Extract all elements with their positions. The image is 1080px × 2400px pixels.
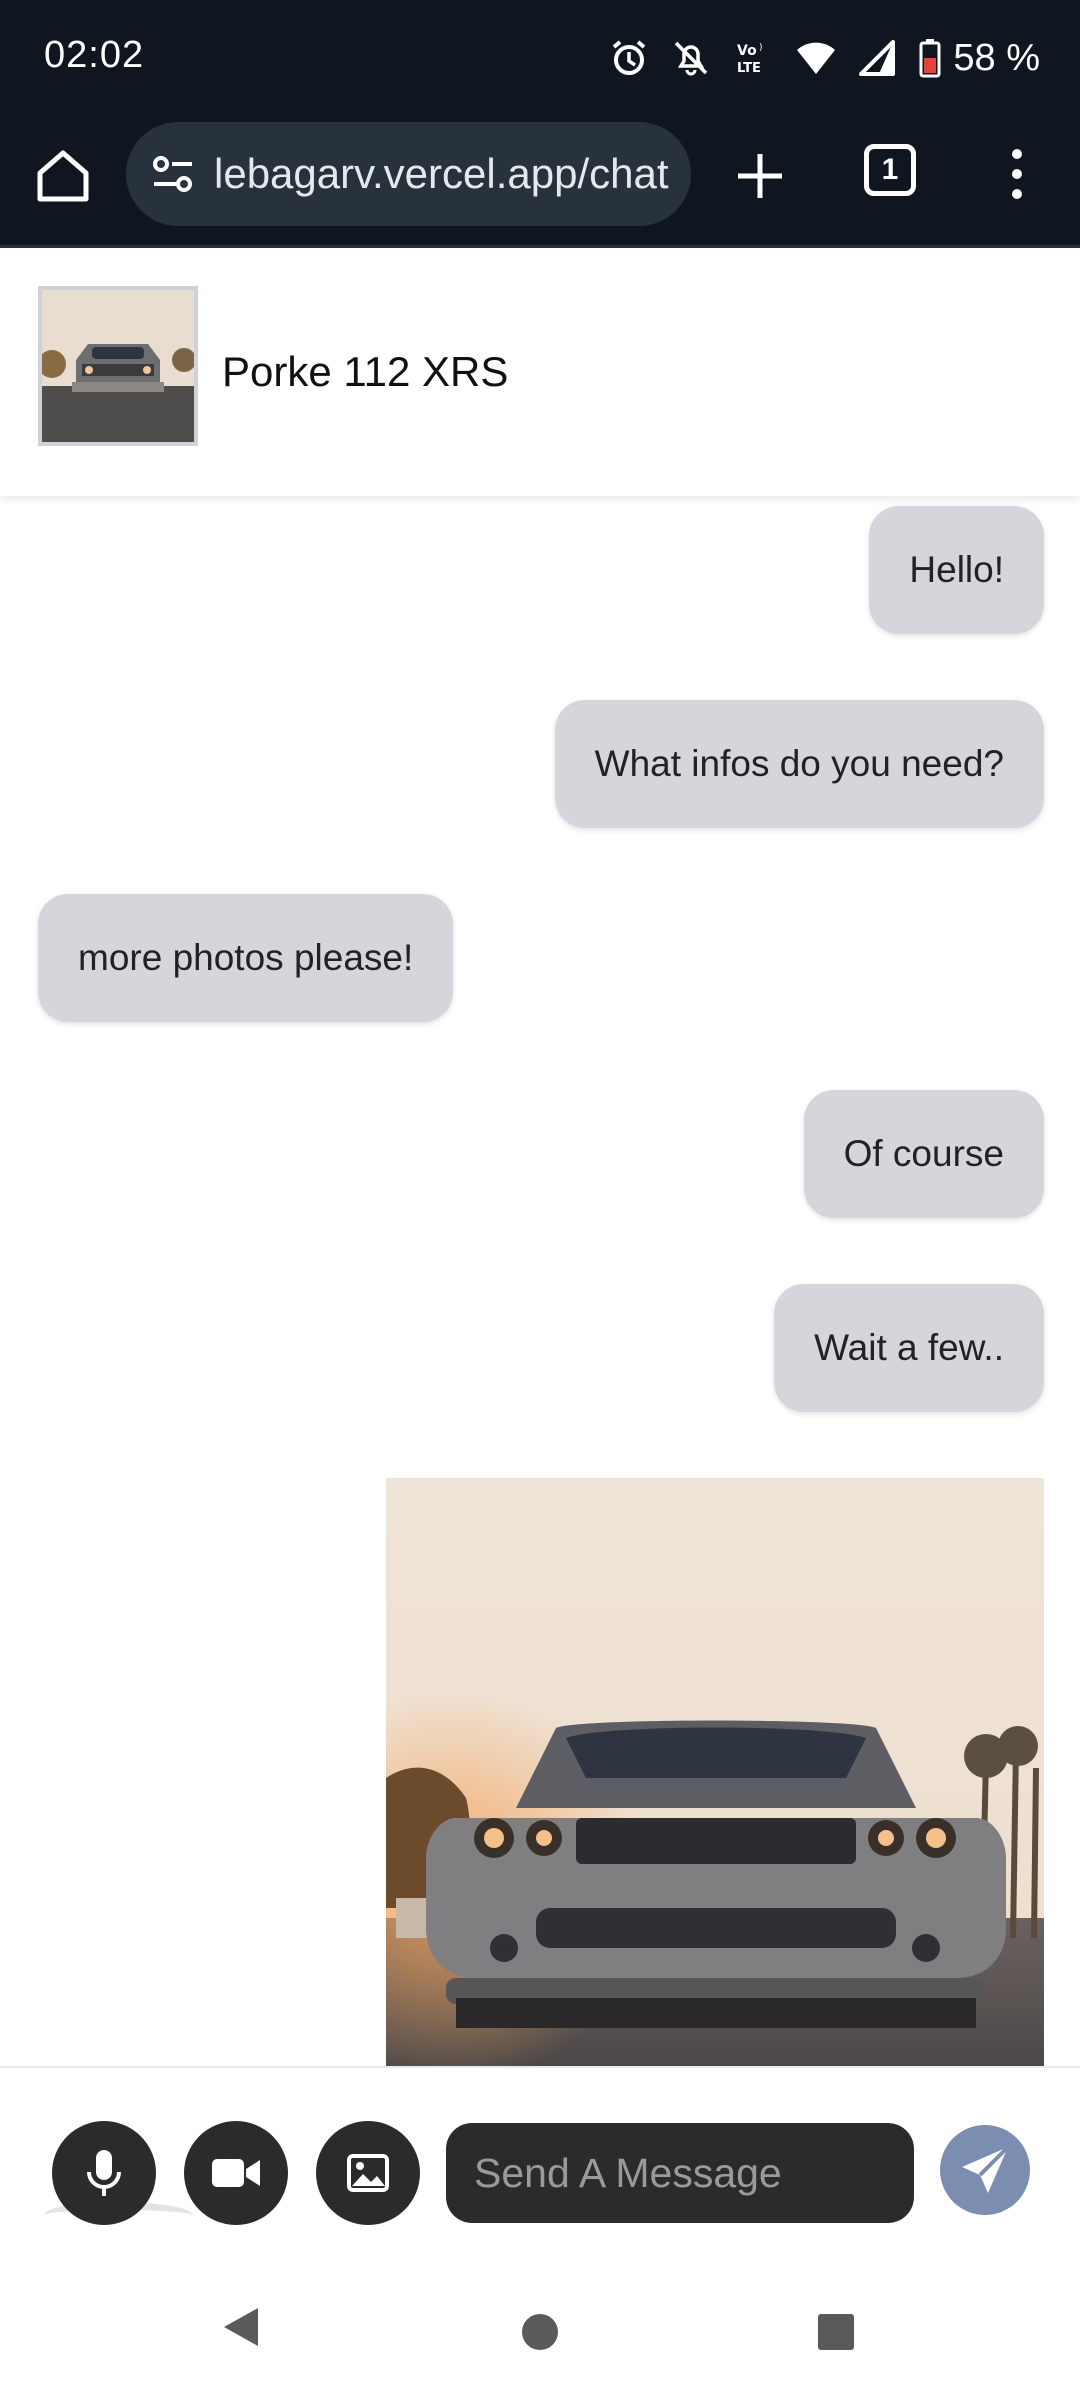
message-list[interactable]: Hello! What infos do you need? more phot… — [0, 496, 1080, 2066]
back-triangle-icon — [224, 2308, 258, 2346]
message-bubble-sent: Wait a few.. — [774, 1284, 1044, 1412]
address-bar[interactable]: lebagarv.vercel.app/chat — [126, 122, 691, 226]
bell-off-icon — [671, 38, 711, 78]
message-bubble-sent: Of course — [803, 1090, 1044, 1218]
browser-menu-button[interactable] — [1004, 144, 1030, 204]
send-button[interactable] — [940, 2125, 1030, 2215]
battery-percent: 58 % — [953, 36, 1040, 79]
svg-text:): ) — [759, 43, 763, 53]
image-icon — [347, 2154, 389, 2192]
message-bubble-received: more photos please! — [38, 894, 454, 1022]
image-message-button[interactable] — [316, 2121, 420, 2225]
new-tab-button[interactable] — [730, 146, 790, 206]
volte-icon: Vo) LTE — [733, 38, 773, 78]
home-icon — [37, 150, 89, 202]
site-settings-icon[interactable] — [148, 149, 198, 199]
more-vert-icon — [1012, 149, 1022, 199]
message-bubble-sent: Hello! — [869, 506, 1044, 634]
message-bubble-sent: What infos do you need? — [554, 700, 1044, 828]
message-input[interactable]: Send A Message — [446, 2123, 914, 2223]
back-button[interactable] — [220, 2304, 262, 2355]
home-nav-button[interactable] — [522, 2314, 558, 2350]
voice-message-button[interactable] — [52, 2121, 156, 2225]
video-message-button[interactable] — [184, 2121, 288, 2225]
car-thumbnail-image — [42, 290, 194, 442]
message-photo[interactable] — [386, 1478, 1044, 2066]
status-bar: 02:02 Vo) LTE 58 % — [0, 0, 1080, 118]
car-photo-image — [386, 1478, 1044, 2066]
tab-switcher-button[interactable]: 1 — [864, 144, 916, 196]
browser-toolbar: lebagarv.vercel.app/chat 1 — [0, 118, 1080, 248]
send-icon — [962, 2145, 1010, 2193]
plus-icon — [738, 154, 782, 198]
wifi-icon — [795, 38, 837, 78]
contact-name: Porke 112 XRS — [222, 348, 509, 395]
chat-header: Porke 112 XRS — [0, 248, 1080, 496]
message-composer: Send A Message — [0, 2066, 1080, 2266]
contact-avatar[interactable] — [38, 286, 198, 446]
status-icons: Vo) LTE 58 % — [609, 32, 1040, 84]
svg-text:Vo: Vo — [737, 43, 757, 59]
video-camera-icon — [212, 2159, 260, 2187]
recent-apps-button[interactable] — [818, 2314, 854, 2350]
svg-text:LTE: LTE — [737, 61, 761, 76]
status-time: 02:02 — [44, 34, 145, 76]
microphone-icon — [87, 2150, 121, 2196]
system-navigation-bar — [0, 2266, 1080, 2400]
home-button[interactable] — [30, 143, 96, 209]
battery-icon — [919, 38, 941, 78]
signal-icon — [859, 38, 897, 78]
url-text[interactable]: lebagarv.vercel.app/chat — [214, 150, 669, 198]
alarm-icon — [609, 38, 649, 78]
